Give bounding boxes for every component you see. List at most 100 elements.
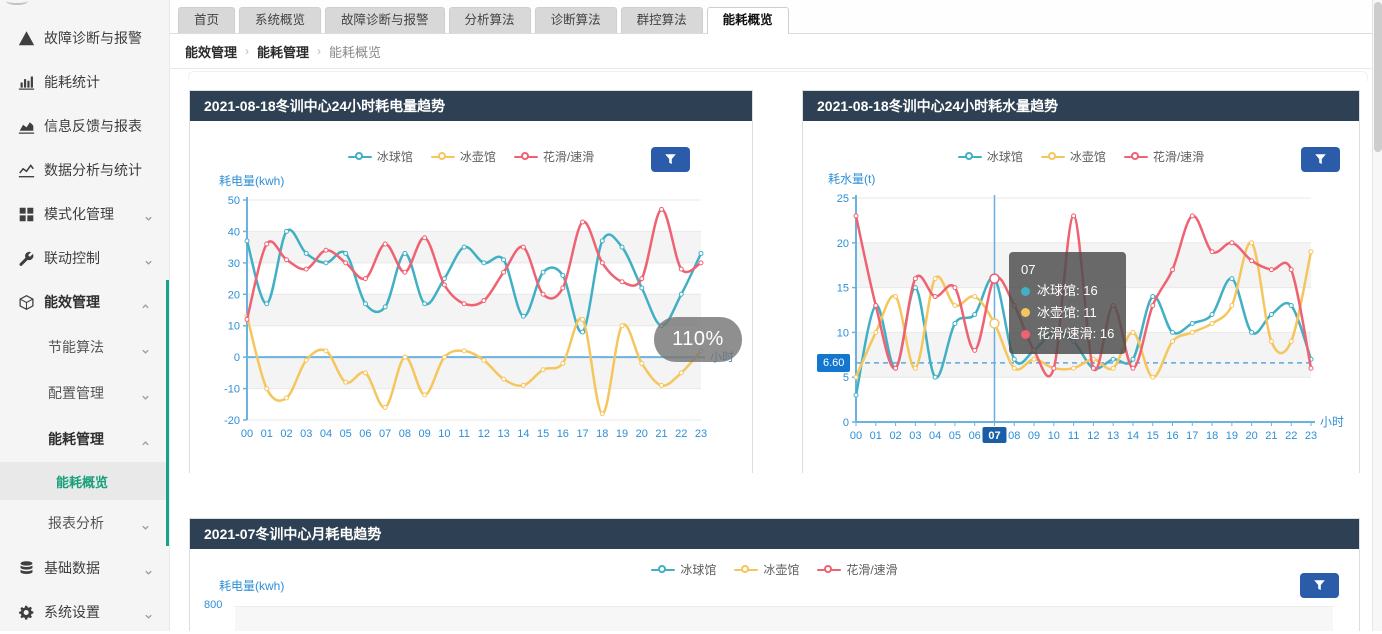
sidebar-item-label: 联动控制	[44, 248, 100, 268]
data-point	[561, 361, 565, 365]
breadcrumb-item[interactable]: 能耗管理	[257, 42, 309, 61]
emphasis-point	[990, 319, 999, 328]
data-point	[502, 270, 506, 274]
data-point	[1012, 304, 1016, 308]
x-tick-label: 01	[261, 428, 273, 440]
legend-marker	[651, 565, 675, 575]
x-tick-label: 03	[909, 430, 921, 442]
x-tick-label: 09	[1028, 430, 1040, 442]
data-point	[1151, 295, 1155, 299]
gear-icon	[18, 604, 35, 621]
x-tick-label: 03	[300, 428, 312, 440]
sidebar-item[interactable]: 联动控制	[0, 236, 169, 280]
x-tick-label: 10	[1048, 430, 1060, 442]
database-icon	[18, 560, 35, 577]
legend-item[interactable]: 花滑/速滑	[817, 561, 897, 578]
sidebar-item[interactable]: 基础数据	[0, 546, 169, 590]
y-tick-label: 0	[234, 352, 240, 364]
line-chart-power-24h[interactable]: 50403020100-10-2000010203040506070809101…	[190, 121, 752, 473]
sidebar-item-label: 能耗概览	[56, 472, 108, 491]
y-tick-label: 25	[837, 193, 849, 205]
legend-item[interactable]: 冰壶馆	[734, 561, 799, 578]
data-point	[344, 261, 348, 265]
line-chart-water-24h[interactable]: 2520151050000102030405060708091011121314…	[803, 121, 1359, 473]
y-tick-label: 10	[837, 327, 849, 339]
data-point	[620, 245, 624, 249]
tab-4[interactable]: 诊断算法	[535, 7, 617, 33]
x-tick-label: 11	[1068, 430, 1079, 442]
x-tick-label: 20	[1246, 430, 1258, 442]
sidebar-item[interactable]: 能效管理	[0, 280, 166, 324]
tab-2[interactable]: 故障诊断与报警	[325, 7, 445, 33]
scrollbar-thumb[interactable]	[1374, 2, 1382, 152]
sidebar-item[interactable]: 能耗管理	[0, 416, 166, 462]
data-point	[640, 286, 644, 290]
data-point	[1131, 357, 1135, 361]
tab-5[interactable]: 群控算法	[621, 7, 703, 33]
x-tick-label: 18	[596, 428, 608, 440]
sidebar-item-label: 信息反馈与报表	[44, 116, 142, 136]
sidebar-item[interactable]: 数据分析与统计	[0, 148, 169, 192]
data-point	[581, 220, 585, 224]
data-point	[600, 261, 604, 265]
clipped-logo-fragment	[6, 0, 28, 5]
x-tick-label: 04	[320, 428, 332, 440]
tab-1[interactable]: 系统概览	[239, 7, 321, 33]
legend-item[interactable]: 冰球馆	[651, 561, 716, 578]
x-tick-label: 13	[1107, 430, 1119, 442]
breadcrumb-separator: ›	[245, 44, 249, 58]
sidebar-item[interactable]: 模式化管理	[0, 192, 169, 236]
tab-active[interactable]: 能耗概览	[707, 7, 789, 34]
vertical-scrollbar[interactable]	[1372, 0, 1382, 631]
data-point	[640, 361, 644, 365]
filter-button[interactable]	[1300, 573, 1339, 598]
data-point	[973, 295, 977, 299]
tab-0[interactable]: 首页	[178, 7, 235, 33]
sidebar-item[interactable]: 配置管理	[0, 370, 166, 416]
data-point	[1230, 241, 1234, 245]
data-point	[1190, 214, 1194, 218]
sidebar-item[interactable]: 能耗统计	[0, 60, 169, 104]
area-chart-icon	[18, 118, 35, 135]
sidebar-item[interactable]: 系统设置	[0, 590, 169, 634]
tab-3[interactable]: 分析算法	[449, 7, 531, 33]
browser-zoom-indicator: 110%	[654, 317, 742, 362]
panel-top-edge	[188, 71, 1368, 81]
sidebar-item-label: 能效管理	[44, 292, 100, 312]
data-point	[933, 277, 937, 281]
sidebar-item[interactable]: 节能算法	[0, 324, 166, 370]
data-point	[600, 239, 604, 243]
y-tick-label: 0	[843, 417, 849, 429]
sidebar-item[interactable]: 信息反馈与报表	[0, 104, 169, 148]
x-tick-label: 15	[537, 428, 549, 440]
breadcrumb-item[interactable]: 能耗概览	[329, 42, 381, 61]
data-point	[462, 302, 466, 306]
data-point	[1052, 330, 1056, 334]
data-point	[1131, 366, 1135, 370]
sidebar-item[interactable]: 报表分析	[0, 500, 166, 546]
data-point	[363, 371, 367, 375]
breadcrumb-item[interactable]: 能效管理	[185, 42, 237, 61]
x-tick-label: 20	[636, 428, 648, 440]
y-tick-label: 20	[837, 238, 849, 250]
data-point	[304, 267, 308, 271]
data-point	[541, 270, 545, 274]
data-point	[541, 368, 545, 372]
data-point	[874, 304, 878, 308]
data-point	[403, 270, 407, 274]
data-point	[699, 261, 703, 265]
sidebar-item[interactable]: 故障诊断与报警	[0, 16, 169, 60]
y-axis-title: 耗电量(kwh)	[219, 577, 284, 594]
sidebar-item-label: 配置管理	[48, 383, 104, 403]
sidebar-item-active[interactable]: 能耗概览	[0, 462, 166, 500]
data-point	[1072, 214, 1076, 218]
x-tick-label: 08	[399, 428, 411, 440]
data-point	[1250, 241, 1254, 245]
data-point	[1131, 330, 1135, 334]
x-tick-label: 19	[616, 428, 628, 440]
data-point	[482, 261, 486, 265]
data-point	[561, 273, 565, 277]
data-point	[679, 267, 683, 271]
data-point	[1210, 321, 1214, 325]
data-point	[600, 412, 604, 416]
